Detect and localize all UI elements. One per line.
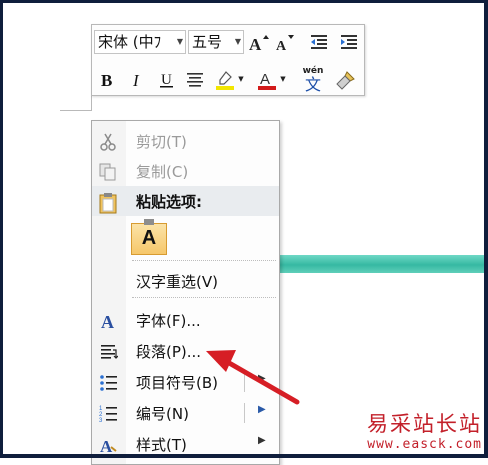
annotation-arrow-head [206,350,236,372]
annotation-arrow [206,350,300,405]
site-watermark: 易采站长站 www.easck.com [367,411,482,452]
watermark-title: 易采站长站 [367,412,482,436]
watermark-url: www.easck.com [367,437,482,452]
annotation-arrow-shaft [221,357,300,405]
